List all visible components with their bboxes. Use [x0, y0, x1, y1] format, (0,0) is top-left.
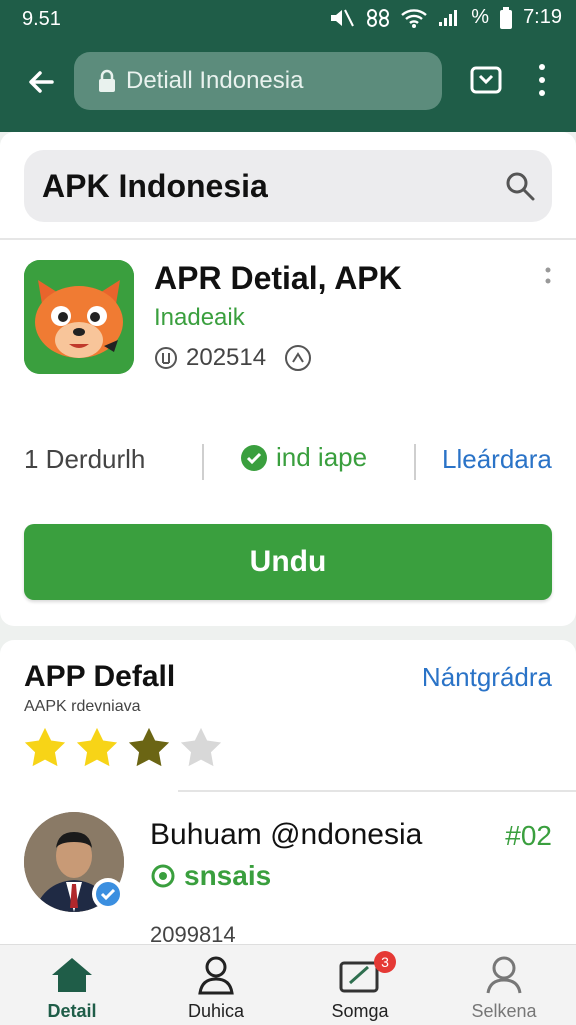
stat-divider [202, 444, 204, 480]
url-bar[interactable]: Detiall Indonesia [74, 52, 442, 110]
person-icon [198, 956, 234, 995]
fox-mascot-icon [24, 260, 134, 374]
bottom-nav: Detail Duhica 3 Somga Selkena [0, 944, 576, 1025]
rating-stars [22, 726, 224, 770]
nav-label: Somga [331, 1001, 389, 1021]
mute-icon [331, 9, 355, 26]
wifi-icon [401, 8, 428, 28]
nav-label: Selkena [471, 1001, 537, 1021]
downloads-stat: 1 Derdurlh [24, 444, 146, 474]
section-link[interactable]: Nántgrádra [422, 662, 552, 693]
check-circle-icon [241, 444, 267, 471]
app-more-icon[interactable] [540, 266, 556, 296]
nav-item-detail[interactable]: Detail [0, 945, 144, 1025]
signal-icon [439, 9, 458, 26]
section-title: APP Defall [24, 660, 176, 693]
app-title: APR Detial, APK [154, 260, 402, 296]
app-meta: 202514 [154, 344, 312, 372]
notification-badge: 3 [374, 951, 396, 973]
reviewer-status: snsais [150, 860, 271, 892]
app-card: APK Indonesia APR Detial, APK Inadeaik 2… [0, 132, 576, 626]
search-bar[interactable]: APK Indonesia [24, 150, 552, 222]
info-icon [285, 345, 312, 371]
profile-icon [486, 956, 522, 994]
clock-icon [155, 347, 177, 369]
reviewer-status-label: snsais [184, 860, 272, 891]
star-filled-icon [76, 727, 118, 767]
top-bar: 9.51 % 7:19 Detiall Indonesia [0, 0, 576, 132]
stat-divider [414, 444, 416, 480]
divider [178, 790, 576, 792]
nav-label: Detail [47, 1001, 97, 1021]
status-dot-icon [151, 864, 175, 888]
install-button[interactable]: Undu [24, 524, 552, 600]
verified-stat: ind iape [240, 442, 367, 473]
nav-item-selkena[interactable]: Selkena [432, 945, 576, 1025]
star-half-icon [128, 727, 170, 767]
lock-icon [99, 69, 115, 92]
stat-link[interactable]: Lleárdara [442, 444, 552, 475]
search-query: APK Indonesia [42, 167, 268, 204]
verified-label: ind iape [276, 442, 368, 472]
search-icon[interactable] [504, 170, 536, 202]
nav-item-somga[interactable]: 3 Somga [288, 945, 432, 1025]
nav-label: Duhica [187, 1001, 245, 1021]
browser-bar: Detiall Indonesia [0, 44, 576, 124]
details-card: APP Defall Nántgrádra AAPK rdevniava Buh… [0, 640, 576, 944]
reviewer-name: Buhuam @ndonesia [150, 818, 423, 851]
url-text: Detiall Indonesia [126, 67, 304, 94]
reviewer-rank: #02 [505, 820, 552, 851]
status-time-right: 7:19 [523, 6, 562, 28]
home-icon [52, 958, 92, 992]
overflow-menu-icon[interactable] [530, 62, 554, 98]
divider [0, 238, 576, 240]
status-bar: 9.51 % 7:19 [0, 0, 576, 40]
status-icons: % 7:19 [329, 6, 562, 29]
signal-percent: % [471, 6, 490, 28]
status-time-left: 9.51 [22, 8, 61, 30]
review-meta: 2099814 [150, 922, 236, 944]
nfc-icon [367, 8, 390, 27]
app-stats: 1 Derdurlh ind iape Lleárdara [24, 440, 552, 484]
app-version-meta: 202514 [186, 344, 267, 371]
app-developer[interactable]: Inadeaik [154, 304, 245, 332]
nav-item-duhica[interactable]: Duhica [144, 945, 288, 1025]
star-filled-icon [24, 727, 66, 767]
app-icon[interactable] [24, 260, 134, 374]
tabs-icon[interactable] [468, 62, 504, 98]
battery-icon [500, 6, 513, 29]
star-empty-icon [180, 727, 222, 767]
back-arrow-icon[interactable] [22, 62, 62, 102]
verified-badge-icon [92, 878, 124, 910]
section-subtitle: AAPK rdevniava [24, 698, 141, 715]
review-meta-value: 2099814 [150, 922, 236, 944]
